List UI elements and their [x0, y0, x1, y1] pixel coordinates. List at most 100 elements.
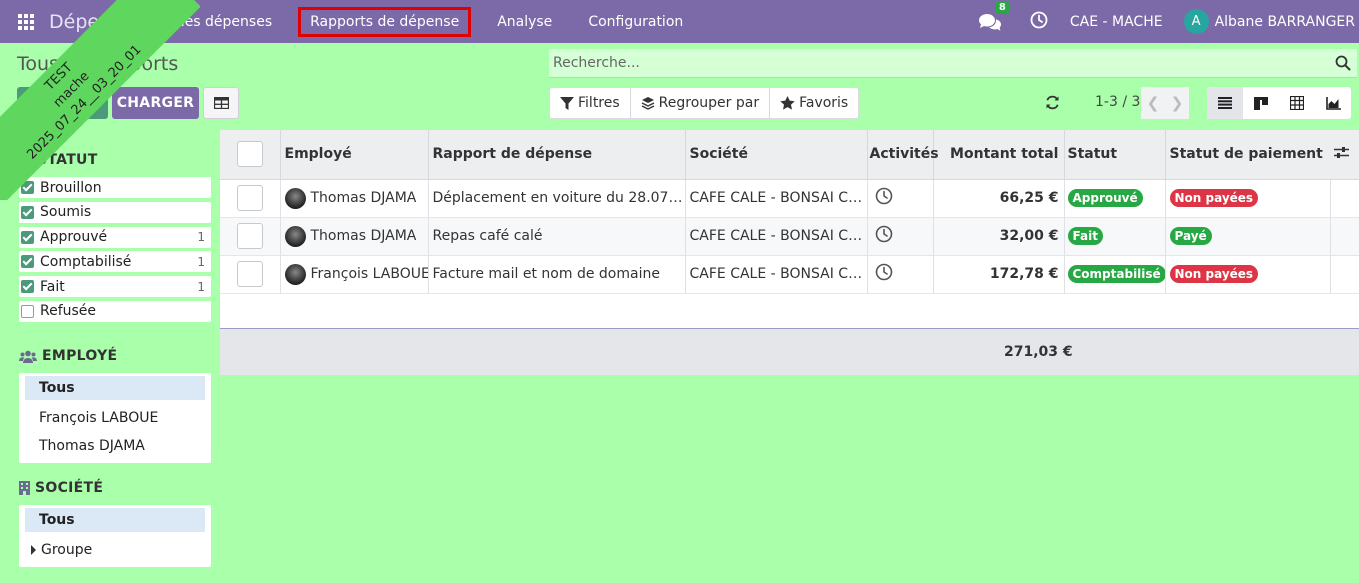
status-badge: Fait [1067, 227, 1103, 245]
refresh-button[interactable] [1045, 95, 1060, 114]
status-cell[interactable]: Fait [1064, 217, 1166, 256]
pager-next-button[interactable]: ❯ [1165, 87, 1189, 119]
search-options: Filtres Regrouper par Favoris [549, 87, 860, 119]
pivot-view-button[interactable] [1279, 87, 1315, 119]
row-checkbox[interactable] [237, 185, 263, 211]
status-cell[interactable]: Approuvé [1064, 179, 1166, 218]
status-checkbox[interactable] [21, 255, 34, 269]
report-name-cell[interactable]: Facture mail et nom de domaine [428, 255, 686, 294]
company-section-title: SOCIÉTÉ [19, 480, 103, 496]
menu-configuration[interactable]: Configuration [570, 8, 701, 36]
table-row[interactable]: Thomas DJAMA Déplacement en voiture du 28… [220, 179, 1359, 218]
messages-badge: 8 [994, 0, 1010, 14]
table-toggle-button[interactable] [203, 87, 239, 119]
payment-status-cell[interactable]: Non payées [1165, 255, 1330, 294]
payment-status-cell[interactable]: Payé [1165, 217, 1330, 256]
search-panel: STATUT Brouillon Soumis Approuvé 1 Comptabil… [0, 130, 219, 583]
status-filter-item[interactable]: Brouillon [19, 177, 211, 198]
status-checkbox[interactable] [21, 280, 34, 294]
company-switcher[interactable]: CAE - MACHE [1070, 14, 1163, 30]
column-report[interactable]: Rapport de dépense [428, 130, 686, 180]
activity-clock-icon[interactable] [875, 187, 893, 205]
filters-button[interactable]: Filtres [550, 88, 631, 118]
status-checkbox[interactable] [21, 304, 34, 318]
column-employee[interactable]: Employé [280, 130, 429, 180]
chat-icon [978, 13, 1001, 31]
pager-value[interactable]: 1-3 / 3 [1095, 94, 1140, 110]
new-button[interactable]: NOUVEAU [17, 87, 108, 119]
activities-cell[interactable] [867, 179, 934, 218]
table-row[interactable]: François LABOUE Facture mail et nom de do… [220, 255, 1359, 294]
kanban-view-button[interactable] [1243, 87, 1279, 119]
total-amount-cell[interactable]: 32,00 € [933, 217, 1065, 256]
employee-name: Thomas DJAMA [310, 228, 417, 244]
activities-cell[interactable] [867, 255, 934, 294]
messages-button[interactable]: 8 [978, 0, 1010, 32]
column-total-amount[interactable]: Montant total [933, 130, 1065, 180]
select-all-checkbox[interactable] [237, 141, 263, 168]
employee-item-all[interactable]: Tous [25, 376, 205, 400]
total-amount-cell[interactable]: 66,25 € [933, 179, 1065, 218]
payment-status-badge: Non payées [1169, 189, 1259, 207]
employee-item-francois-laboue[interactable]: François LABOUE [25, 404, 205, 432]
payment-status-cell[interactable]: Non payées [1165, 179, 1330, 218]
column-company[interactable]: Société [685, 130, 868, 180]
row-checkbox[interactable] [237, 223, 263, 249]
activities-cell[interactable] [867, 217, 934, 256]
column-activities[interactable]: Activités [867, 130, 939, 180]
favorites-button[interactable]: Favoris [770, 88, 858, 118]
list-view-button[interactable] [1207, 87, 1243, 119]
status-filter-item[interactable]: Fait 1 [19, 276, 211, 298]
sliders-icon [1334, 146, 1349, 158]
pager-previous-button[interactable]: ❮ [1141, 87, 1165, 119]
status-filter-item[interactable]: Comptabilisé 1 [19, 251, 211, 273]
status-label: Brouillon [40, 179, 102, 196]
status-checkbox[interactable] [21, 205, 34, 219]
activity-clock-icon[interactable] [875, 225, 893, 243]
status-filter-item[interactable]: Approuvé 1 [19, 226, 211, 248]
status-checkbox[interactable] [21, 230, 34, 244]
employee-cell[interactable]: François LABOUE [280, 255, 429, 294]
report-name-cell[interactable]: Déplacement en voiture du 28.07.2025 [428, 179, 686, 218]
employee-item-thomas-djama[interactable]: Thomas DJAMA [25, 432, 205, 460]
employee-avatar [284, 225, 306, 247]
check-square-icon [19, 153, 32, 167]
load-button[interactable]: CHARGER [112, 87, 199, 119]
app-name[interactable]: Dépenses [49, 11, 143, 33]
status-filter-item[interactable]: Refusée [19, 300, 211, 322]
status-filter-item[interactable]: Soumis [19, 201, 211, 223]
company-cell[interactable]: CAFE CALE - BONSAI CAFE [685, 255, 868, 294]
company-item-groupe[interactable]: Groupe [25, 536, 205, 564]
menu-analysis[interactable]: Analyse [479, 8, 570, 36]
caret-right-icon[interactable] [31, 545, 36, 555]
graph-view-button[interactable] [1315, 87, 1351, 119]
apps-menu-icon[interactable] [18, 13, 34, 30]
status-checkbox[interactable] [21, 181, 34, 194]
company-item-groupe-label: Groupe [41, 542, 93, 558]
report-name-cell[interactable]: Repas café calé [428, 217, 686, 256]
menu-my-expenses[interactable]: Mes dépenses [155, 8, 291, 36]
menu-expense-reports[interactable]: Rapports de dépense [298, 6, 472, 37]
company-item-all[interactable]: Tous [25, 508, 205, 532]
company-cell[interactable]: CAFE CALE - BONSAI CAFE [685, 217, 868, 256]
search-icon[interactable] [1335, 55, 1351, 71]
user-avatar[interactable]: A [1183, 9, 1209, 34]
row-checkbox[interactable] [237, 261, 263, 287]
employee-cell[interactable]: Thomas DJAMA [280, 179, 429, 218]
main-menu: Mes dépenses Rapports de dépense Analyse… [155, 6, 702, 37]
column-payment-status[interactable]: Statut de paiement [1165, 130, 1330, 180]
activities-button[interactable] [1030, 11, 1048, 33]
status-badge: Comptabilisé [1067, 265, 1164, 283]
total-amount-cell[interactable]: 172,78 € [933, 255, 1065, 294]
status-cell[interactable]: Comptabilisé [1064, 255, 1166, 294]
optional-columns-toggle[interactable] [1330, 130, 1359, 180]
user-menu[interactable]: Albane BARRANGER [1215, 14, 1355, 30]
employee-cell[interactable]: Thomas DJAMA [280, 217, 429, 256]
table-row[interactable]: Thomas DJAMA Repas café calé CAFE CALE - B… [220, 217, 1359, 256]
activity-clock-icon[interactable] [875, 263, 893, 281]
company-cell[interactable]: CAFE CALE - BONSAI CAFE [685, 179, 868, 218]
group-by-button[interactable]: Regrouper par [631, 88, 771, 118]
search-input[interactable] [549, 50, 1309, 76]
column-status[interactable]: Statut [1064, 130, 1166, 180]
pivot-view-icon [1290, 96, 1304, 110]
